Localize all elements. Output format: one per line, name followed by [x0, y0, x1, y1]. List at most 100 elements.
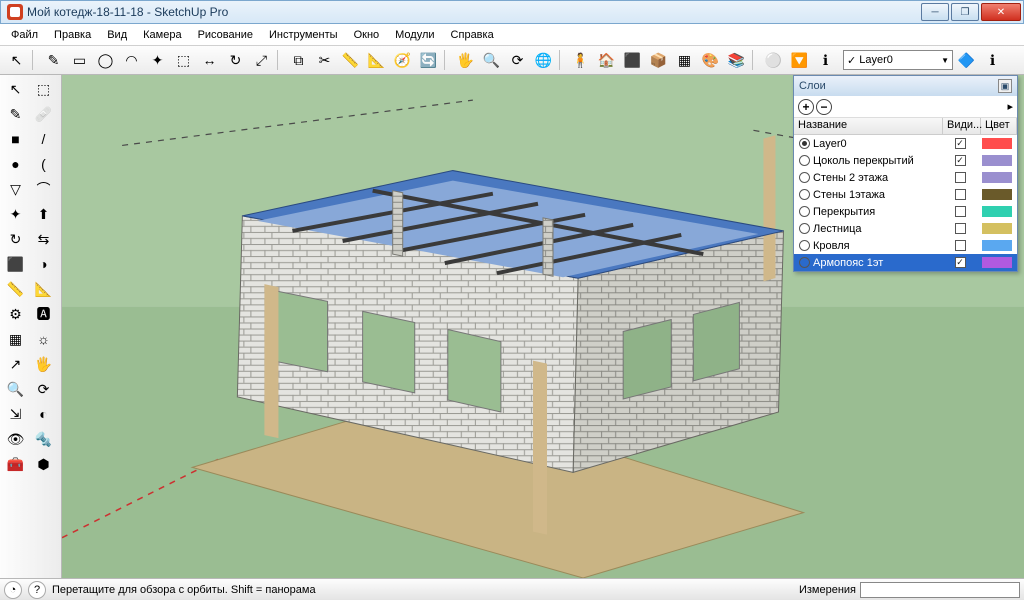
tray-btn-19[interactable]: 🅰	[30, 302, 57, 326]
tray-btn-11[interactable]: ⬆	[30, 202, 57, 226]
toolbar-btn-13[interactable]: 📐	[364, 48, 389, 72]
tray-btn-21[interactable]: ☼	[30, 327, 57, 351]
layer-row[interactable]: Армопояс 1эт✓	[794, 254, 1017, 271]
layer-active-radio[interactable]	[799, 138, 810, 149]
layer-active-radio[interactable]	[799, 155, 810, 166]
toolbar-extra-2[interactable]: ℹ	[980, 48, 1005, 72]
toolbar-btn-12[interactable]: 📏	[338, 48, 363, 72]
toolbar-btn-17[interactable]: 🔍	[479, 48, 504, 72]
col-name[interactable]: Название	[794, 118, 943, 134]
toolbar-btn-9[interactable]: ⤢	[249, 48, 274, 72]
layer-color-swatch[interactable]	[982, 138, 1012, 149]
layers-menu-icon[interactable]: ▸	[1007, 100, 1013, 113]
layer-visible-checkbox[interactable]	[955, 223, 966, 234]
tray-btn-8[interactable]: ▽	[2, 177, 29, 201]
toolbar-btn-27[interactable]: ⚪	[761, 48, 786, 72]
toolbar-btn-19[interactable]: 🌐	[531, 48, 556, 72]
tray-btn-31[interactable]: ⬢	[30, 452, 57, 476]
tray-btn-2[interactable]: ✎	[2, 102, 29, 126]
toolbar-btn-8[interactable]: ↻	[223, 48, 248, 72]
layer-visible-checkbox[interactable]	[955, 172, 966, 183]
layer-dropdown[interactable]: ✓Layer0▼	[843, 50, 953, 70]
layer-active-radio[interactable]	[799, 223, 810, 234]
tray-btn-1[interactable]: ⬚	[30, 77, 57, 101]
toolbar-btn-21[interactable]: 🏠	[594, 48, 619, 72]
tray-btn-7[interactable]: (	[30, 152, 57, 176]
minimize-button[interactable]: ─	[921, 3, 949, 21]
tray-btn-5[interactable]: /	[30, 127, 57, 151]
toolbar-btn-11[interactable]: ✂	[312, 48, 337, 72]
tray-btn-20[interactable]: ▦	[2, 327, 29, 351]
layer-visible-checkbox[interactable]: ✓	[955, 138, 966, 149]
tray-btn-23[interactable]: 🖐	[30, 352, 57, 376]
menu-рисование[interactable]: Рисование	[191, 27, 260, 43]
menu-модули[interactable]: Модули	[388, 27, 441, 43]
panel-close-icon[interactable]: ▣	[998, 79, 1012, 93]
remove-layer-button[interactable]: −	[816, 99, 832, 115]
tray-btn-24[interactable]: 🔍	[2, 377, 29, 401]
layer-visible-checkbox[interactable]: ✓	[955, 257, 966, 268]
toolbar-btn-24[interactable]: ▦	[672, 48, 697, 72]
tray-btn-15[interactable]: ◑	[30, 252, 57, 276]
menu-окно[interactable]: Окно	[347, 27, 387, 43]
tray-btn-27[interactable]: ◐	[30, 402, 57, 426]
menu-справка[interactable]: Справка	[444, 27, 501, 43]
col-visible[interactable]: Види...	[943, 118, 981, 134]
status-geo-icon[interactable]: ◔	[4, 581, 22, 599]
tray-btn-30[interactable]: 🧰	[2, 452, 29, 476]
toolbar-btn-0[interactable]: ↖	[4, 48, 29, 72]
tray-btn-10[interactable]: ✦	[2, 202, 29, 226]
status-help-icon[interactable]: ?	[28, 581, 46, 599]
tray-btn-22[interactable]: ↗	[2, 352, 29, 376]
col-color[interactable]: Цвет	[981, 118, 1017, 134]
toolbar-btn-25[interactable]: 🎨	[698, 48, 723, 72]
layer-visible-checkbox[interactable]	[955, 240, 966, 251]
toolbar-btn-16[interactable]: 🖐	[453, 48, 478, 72]
toolbar-btn-6[interactable]: ⬚	[171, 48, 196, 72]
layer-active-radio[interactable]	[799, 240, 810, 251]
layer-row[interactable]: Layer0✓	[794, 135, 1017, 152]
tray-btn-16[interactable]: 📏	[2, 277, 29, 301]
toolbar-btn-22[interactable]: ⬛	[620, 48, 645, 72]
toolbar-extra-1[interactable]: 🔷	[954, 48, 979, 72]
toolbar-btn-29[interactable]: ℹ	[813, 48, 838, 72]
layer-active-radio[interactable]	[799, 189, 810, 200]
tray-btn-25[interactable]: ⟳	[30, 377, 57, 401]
menu-инструменты[interactable]: Инструменты	[262, 27, 345, 43]
toolbar-btn-1[interactable]: ✎	[41, 48, 66, 72]
menu-камера[interactable]: Камера	[136, 27, 188, 43]
tray-btn-4[interactable]: ■	[2, 127, 29, 151]
layer-color-swatch[interactable]	[982, 189, 1012, 200]
toolbar-btn-2[interactable]: ▭	[67, 48, 92, 72]
tray-btn-12[interactable]: ↻	[2, 227, 29, 251]
toolbar-btn-18[interactable]: ⟳	[505, 48, 530, 72]
layer-active-radio[interactable]	[799, 172, 810, 183]
tray-btn-0[interactable]: ↖	[2, 77, 29, 101]
tray-btn-18[interactable]: ⚙	[2, 302, 29, 326]
toolbar-btn-7[interactable]: ↔	[197, 48, 222, 72]
layer-color-swatch[interactable]	[982, 172, 1012, 183]
tray-btn-14[interactable]: ⬛	[2, 252, 29, 276]
toolbar-btn-26[interactable]: 📚	[724, 48, 749, 72]
layer-color-swatch[interactable]	[982, 240, 1012, 251]
layer-color-swatch[interactable]	[982, 206, 1012, 217]
tray-btn-3[interactable]: 🩹	[30, 102, 57, 126]
toolbar-btn-3[interactable]: ◯	[93, 48, 118, 72]
layer-color-swatch[interactable]	[982, 155, 1012, 166]
layer-row[interactable]: Стены 1этажа	[794, 186, 1017, 203]
layer-row[interactable]: Стены 2 этажа	[794, 169, 1017, 186]
tray-btn-13[interactable]: ⇆	[30, 227, 57, 251]
layer-row[interactable]: Лестница	[794, 220, 1017, 237]
toolbar-btn-5[interactable]: ✦	[145, 48, 170, 72]
tray-btn-28[interactable]: 👁	[2, 427, 29, 451]
layers-panel-header[interactable]: Слои ▣	[794, 76, 1017, 96]
viewport-3d[interactable]: Слои ▣ + − ▸ Название Види... Цвет Layer…	[62, 75, 1024, 578]
layer-color-swatch[interactable]	[982, 257, 1012, 268]
layer-color-swatch[interactable]	[982, 223, 1012, 234]
menu-файл[interactable]: Файл	[4, 27, 45, 43]
tray-btn-9[interactable]: ⌒	[30, 177, 57, 201]
tray-btn-6[interactable]: ●	[2, 152, 29, 176]
layer-row[interactable]: Кровля	[794, 237, 1017, 254]
toolbar-btn-10[interactable]: ⧉	[286, 48, 311, 72]
menu-правка[interactable]: Правка	[47, 27, 98, 43]
